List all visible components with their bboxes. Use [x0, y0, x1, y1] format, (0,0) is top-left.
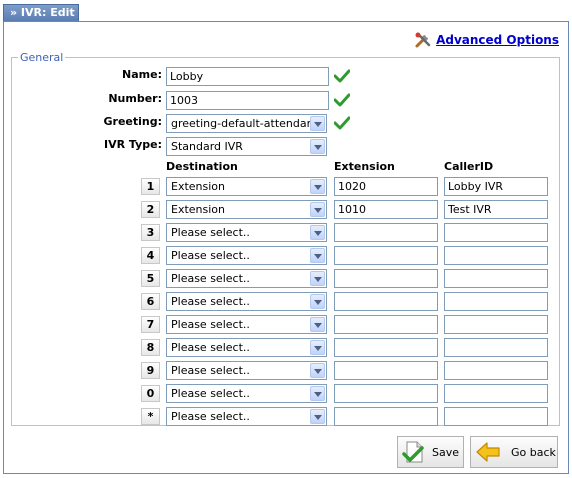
destination-select[interactable]: Please select..: [166, 246, 327, 265]
chevron-down-icon[interactable]: [310, 340, 325, 355]
callerid-input[interactable]: [444, 407, 548, 426]
key-button[interactable]: 8: [141, 339, 160, 356]
extension-input[interactable]: 1020: [334, 177, 438, 196]
callerid-input[interactable]: [444, 384, 548, 403]
destination-select[interactable]: Please select..: [166, 384, 327, 403]
chevron-down-icon[interactable]: [310, 294, 325, 309]
destination-value: Please select..: [171, 364, 250, 377]
general-legend: General: [20, 51, 64, 64]
greeting-select-value: greeting-default-attendant: [171, 117, 318, 130]
destination-select[interactable]: Please select..: [166, 338, 327, 357]
number-input[interactable]: 1003: [166, 91, 329, 110]
extension-input[interactable]: [334, 338, 438, 357]
destination-value: Please select..: [171, 295, 250, 308]
key-button[interactable]: 1: [141, 178, 160, 195]
chevron-down-icon[interactable]: [310, 363, 325, 378]
chevron-down-icon[interactable]: [310, 202, 325, 217]
key-button[interactable]: *: [141, 408, 160, 425]
destination-select[interactable]: Extension: [166, 177, 327, 196]
key-button[interactable]: 0: [141, 385, 160, 402]
chevron-down-icon[interactable]: [310, 386, 325, 401]
destination-value: Please select..: [171, 318, 250, 331]
go-back-button-label: Go back: [511, 445, 556, 459]
arrow-left-icon: [476, 442, 500, 462]
callerid-input[interactable]: [444, 246, 548, 265]
check-icon: [334, 116, 350, 130]
name-label: Name:: [122, 68, 162, 81]
extension-input[interactable]: [334, 269, 438, 288]
extension-input[interactable]: [334, 384, 438, 403]
destination-select[interactable]: Please select..: [166, 361, 327, 380]
key-button[interactable]: 4: [141, 247, 160, 264]
extension-column-header: Extension: [334, 160, 395, 173]
chevron-down-icon[interactable]: [310, 271, 325, 286]
callerid-input[interactable]: Test IVR: [444, 200, 548, 219]
destination-value: Please select..: [171, 249, 250, 262]
ivr-type-select[interactable]: Standard IVR: [166, 137, 327, 156]
callerid-column-header: CallerID: [444, 160, 494, 173]
callerid-input[interactable]: [444, 315, 548, 334]
key-button[interactable]: 6: [141, 293, 160, 310]
extension-input[interactable]: [334, 223, 438, 242]
callerid-input[interactable]: [444, 338, 548, 357]
destination-value: Extension: [171, 180, 226, 193]
tools-icon: [415, 32, 431, 48]
greeting-label: Greeting:: [103, 115, 162, 128]
go-back-button[interactable]: Go back: [470, 436, 558, 468]
number-label: Number:: [108, 92, 162, 105]
extension-input[interactable]: [334, 315, 438, 334]
destination-select[interactable]: Please select..: [166, 407, 327, 426]
chevron-down-icon[interactable]: [310, 116, 325, 131]
destination-value: Please select..: [171, 226, 250, 239]
chevron-down-icon[interactable]: [310, 225, 325, 240]
destination-value: Please select..: [171, 341, 250, 354]
callerid-input[interactable]: [444, 292, 548, 311]
greeting-select[interactable]: greeting-default-attendant: [166, 114, 327, 133]
callerid-input[interactable]: Lobby IVR: [444, 177, 548, 196]
destination-value: Extension: [171, 203, 226, 216]
destination-value: Please select..: [171, 387, 250, 400]
destination-value: Please select..: [171, 410, 250, 423]
chevron-down-icon[interactable]: [310, 409, 325, 424]
destination-select[interactable]: Extension: [166, 200, 327, 219]
key-button[interactable]: 2: [141, 201, 160, 218]
extension-input[interactable]: [334, 246, 438, 265]
destination-value: Please select..: [171, 272, 250, 285]
edit-panel: Advanced Options General Name: Lobby Num…: [3, 21, 569, 474]
advanced-options-link[interactable]: Advanced Options: [414, 31, 559, 49]
save-button-label: Save: [432, 445, 460, 459]
chevron-down-icon[interactable]: [310, 139, 325, 154]
destination-select[interactable]: Please select..: [166, 292, 327, 311]
check-icon: [334, 69, 350, 83]
save-button[interactable]: Save: [397, 436, 464, 468]
chevron-down-icon[interactable]: [310, 248, 325, 263]
advanced-options-label[interactable]: Advanced Options: [436, 33, 559, 47]
extension-input[interactable]: 1010: [334, 200, 438, 219]
name-input[interactable]: Lobby: [166, 67, 329, 86]
tab-ivr-edit[interactable]: » IVR: Edit: [3, 4, 79, 21]
chevron-down-icon[interactable]: [310, 179, 325, 194]
callerid-input[interactable]: [444, 223, 548, 242]
extension-input[interactable]: [334, 361, 438, 380]
destination-select[interactable]: Please select..: [166, 269, 327, 288]
key-button[interactable]: 7: [141, 316, 160, 333]
extension-input[interactable]: [334, 292, 438, 311]
destination-select[interactable]: Please select..: [166, 223, 327, 242]
key-button[interactable]: 5: [141, 270, 160, 287]
destination-select[interactable]: Please select..: [166, 315, 327, 334]
check-icon: [334, 93, 350, 107]
chevron-down-icon[interactable]: [310, 317, 325, 332]
extension-input[interactable]: [334, 407, 438, 426]
ivr-type-label: IVR Type:: [103, 138, 162, 151]
destination-column-header: Destination: [166, 160, 238, 173]
callerid-input[interactable]: [444, 269, 548, 288]
key-button[interactable]: 9: [141, 362, 160, 379]
ivr-type-select-value: Standard IVR: [171, 140, 243, 153]
callerid-input[interactable]: [444, 361, 548, 380]
save-icon: [402, 441, 424, 463]
key-button[interactable]: 3: [141, 224, 160, 241]
